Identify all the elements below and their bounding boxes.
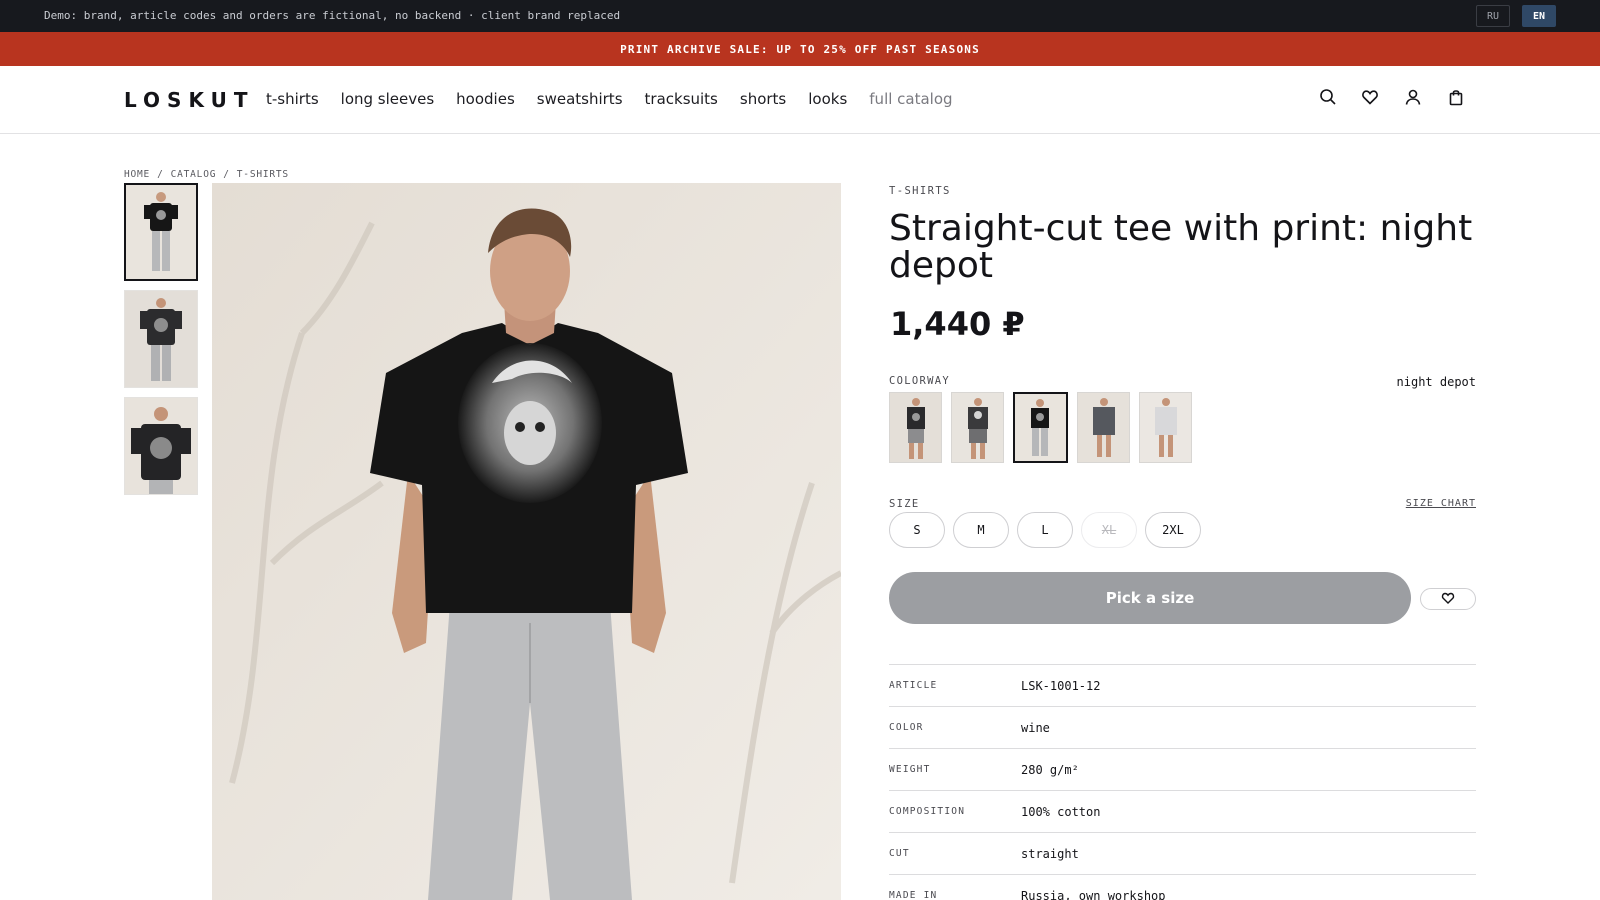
nav-item-hoodies[interactable]: hoodies: [456, 90, 515, 108]
gallery-thumbnail[interactable]: [124, 397, 198, 495]
demo-bar: Demo: brand, article codes and orders ar…: [0, 0, 1600, 32]
nav-item-shorts[interactable]: shorts: [740, 90, 786, 108]
bag-icon[interactable]: [1445, 86, 1467, 108]
demo-notice: Demo: brand, article codes and orders ar…: [44, 9, 621, 22]
nav-item-sweatshirts[interactable]: sweatshirts: [537, 90, 623, 108]
colorway-swatches: [889, 392, 1192, 463]
size-chart-link[interactable]: SIZE CHART: [1380, 498, 1476, 509]
size-option-m[interactable]: M: [953, 512, 1009, 548]
spec-value: straight: [1021, 846, 1079, 861]
colorway-swatch[interactable]: [889, 392, 942, 463]
sale-banner[interactable]: PRINT ARCHIVE SALE: UP TO 25% OFF PAST S…: [0, 32, 1600, 66]
spec-value: LSK-1001-12: [1021, 678, 1101, 693]
spec-row-color: COLOR wine: [889, 707, 1476, 749]
spec-row-made-in: MADE IN Russia, own workshop: [889, 875, 1476, 900]
product-category: T-SHIRTS: [889, 185, 951, 197]
user-icon[interactable]: [1402, 86, 1424, 108]
site-header: LOSKUT t-shirts long sleeves hoodies swe…: [0, 66, 1600, 134]
spec-value: 100% cotton: [1021, 804, 1101, 819]
language-ru-button[interactable]: RU: [1476, 5, 1510, 27]
colorway-value: night depot: [1396, 375, 1476, 389]
product-price: 1,440 ₽: [890, 305, 1025, 343]
nav-item-tracksuits[interactable]: tracksuits: [645, 90, 718, 108]
product-title: Straight-cut tee with print: night depot: [889, 208, 1473, 286]
search-icon[interactable]: [1317, 86, 1339, 108]
breadcrumb-separator: /: [223, 169, 230, 180]
breadcrumb-catalog[interactable]: CATALOG: [171, 169, 217, 180]
brand-logo[interactable]: LOSKUT: [124, 88, 254, 112]
nav-item-looks[interactable]: looks: [808, 90, 847, 108]
spec-key: COLOR: [889, 722, 924, 733]
spec-key: WEIGHT: [889, 764, 931, 775]
spec-row-composition: COMPOSITION 100% cotton: [889, 791, 1476, 833]
size-option-s[interactable]: S: [889, 512, 945, 548]
spec-row-article: ARTICLE LSK-1001-12: [889, 665, 1476, 707]
spec-key: CUT: [889, 848, 910, 859]
main-nav: t-shirts long sleeves hoodies sweatshirt…: [266, 90, 953, 108]
size-option-xl: XL: [1081, 512, 1137, 548]
breadcrumb-t-shirts[interactable]: T-SHIRTS: [237, 169, 289, 180]
breadcrumb-home[interactable]: HOME: [124, 169, 150, 180]
size-option-2xl[interactable]: 2XL: [1145, 512, 1201, 548]
heart-icon: [1441, 590, 1455, 609]
product-main-photo[interactable]: [212, 183, 841, 900]
spec-value: Russia, own workshop: [1021, 888, 1166, 900]
spec-key: ARTICLE: [889, 680, 938, 691]
spec-key: MADE IN: [889, 890, 938, 900]
spec-row-cut: CUT straight: [889, 833, 1476, 875]
add-to-cart-button[interactable]: Pick a size: [889, 572, 1411, 624]
colorway-swatch[interactable]: [951, 392, 1004, 463]
size-option-l[interactable]: L: [1017, 512, 1073, 548]
spec-value: wine: [1021, 720, 1050, 735]
nav-item-full-catalog[interactable]: full catalog: [869, 90, 952, 108]
colorway-label: COLORWAY: [889, 375, 950, 387]
size-selector: S M L XL 2XL: [889, 512, 1201, 548]
colorway-swatch[interactable]: [1139, 392, 1192, 463]
sale-banner-text: PRINT ARCHIVE SALE: UP TO 25% OFF PAST S…: [620, 42, 980, 56]
gallery-thumbnail[interactable]: [124, 183, 198, 281]
nav-item-long-sleeves[interactable]: long sleeves: [341, 90, 435, 108]
gallery-thumbnails: [124, 183, 198, 504]
spec-value: 280 g/m²: [1021, 762, 1079, 777]
size-label: SIZE: [889, 498, 920, 510]
colorway-swatch[interactable]: [1077, 392, 1130, 463]
product-specs: ARTICLE LSK-1001-12 COLOR wine WEIGHT 28…: [889, 664, 1476, 900]
add-to-wishlist-button[interactable]: [1420, 588, 1476, 610]
heart-icon[interactable]: [1359, 86, 1381, 108]
gallery-thumbnail[interactable]: [124, 290, 198, 388]
spec-row-weight: WEIGHT 280 g/m²: [889, 749, 1476, 791]
colorway-swatch[interactable]: [1013, 392, 1068, 463]
spec-key: COMPOSITION: [889, 806, 966, 817]
breadcrumb: HOME / CATALOG / T-SHIRTS: [124, 169, 289, 180]
breadcrumb-separator: /: [157, 169, 164, 180]
nav-item-t-shirts[interactable]: t-shirts: [266, 90, 319, 108]
language-en-button[interactable]: EN: [1522, 5, 1556, 27]
